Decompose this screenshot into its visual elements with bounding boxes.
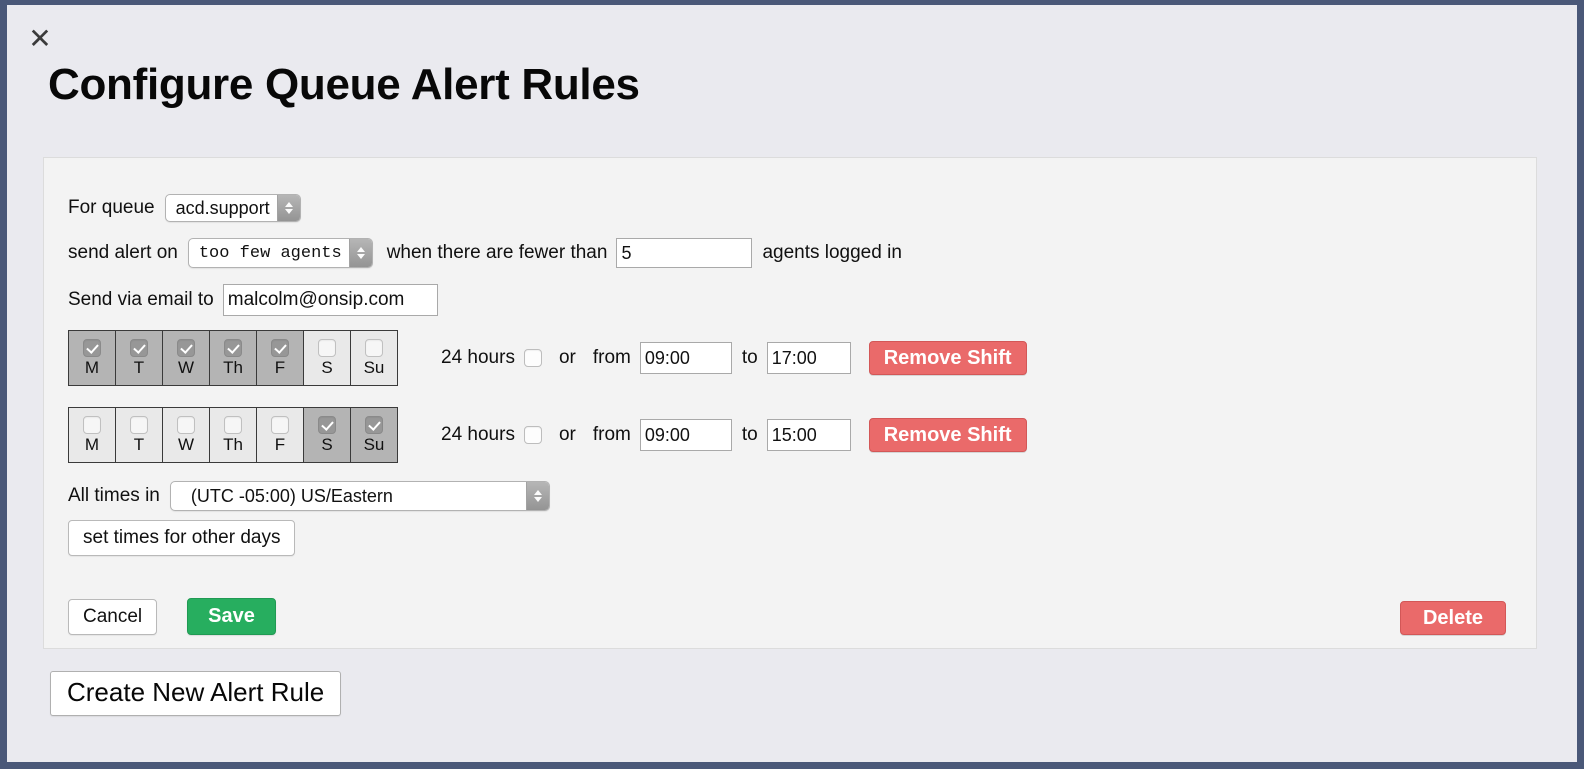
email-row: Send via email to [68, 284, 438, 316]
day-label: W [177, 435, 195, 454]
day-cell-T[interactable]: T [116, 408, 163, 462]
threshold-suffix-label: agents logged in [762, 242, 902, 263]
delete-button[interactable]: Delete [1399, 601, 1506, 635]
chevron-updown-icon [525, 482, 549, 510]
shift-to-input[interactable] [766, 342, 851, 374]
day-label: Th [223, 358, 243, 377]
day-checkbox[interactable] [177, 416, 195, 434]
alert-type-select[interactable]: too few agents [187, 238, 373, 268]
day-label: M [84, 358, 100, 377]
remove-shift-button[interactable]: Remove Shift [868, 341, 1027, 375]
to-label: to [741, 347, 758, 368]
day-checkbox[interactable] [271, 339, 289, 357]
day-cell-F[interactable]: F [257, 408, 304, 462]
day-cell-Th[interactable]: Th [210, 331, 257, 385]
close-icon[interactable]: ✕ [25, 24, 55, 54]
day-label: F [274, 435, 286, 454]
day-cell-M[interactable]: M [69, 408, 116, 462]
day-label: S [321, 435, 333, 454]
day-checkbox[interactable] [83, 339, 101, 357]
all-day-checkbox[interactable] [523, 426, 542, 444]
day-checkbox[interactable] [318, 339, 336, 357]
day-checkbox[interactable] [318, 416, 336, 434]
day-label: W [177, 358, 195, 377]
day-checkbox[interactable] [224, 416, 242, 434]
set-times-row: set times for other days [68, 520, 296, 556]
day-checkbox[interactable] [271, 416, 289, 434]
day-cell-W[interactable]: W [163, 408, 210, 462]
email-label: Send via email to [68, 289, 214, 310]
queue-label: For queue [68, 197, 155, 218]
day-cell-Th[interactable]: Th [210, 408, 257, 462]
email-input[interactable] [222, 284, 438, 316]
day-cell-F[interactable]: F [257, 331, 304, 385]
or-label: or [558, 347, 576, 368]
day-checkbox[interactable] [177, 339, 195, 357]
shift-to-input[interactable] [766, 419, 851, 451]
timezone-select[interactable]: (UTC -05:00) US/Eastern [169, 481, 550, 511]
day-checkbox[interactable] [224, 339, 242, 357]
day-selector: M T W Th F S Su [68, 407, 398, 463]
shift-row: M T W Th F S Su 24 hours or from 09:00 t… [68, 330, 1027, 386]
shift-from-input[interactable] [639, 419, 732, 451]
day-cell-W[interactable]: W [163, 331, 210, 385]
set-times-other-days-button[interactable]: set times for other days [68, 520, 296, 556]
all-day-label: 24 hours [441, 424, 515, 445]
chevron-updown-icon [276, 195, 300, 221]
alert-condition-row: send alert on too few agents when there … [68, 238, 902, 268]
queue-select-value: acd.support [175, 197, 270, 218]
to-label: to [741, 424, 758, 445]
day-checkbox[interactable] [130, 339, 148, 357]
day-label: Su [363, 435, 385, 454]
alert-on-label: send alert on [68, 242, 178, 263]
delete-action: Delete [1399, 601, 1506, 635]
or-label: or [558, 424, 576, 445]
page-title: Configure Queue Alert Rules [48, 60, 640, 109]
day-label: S [321, 358, 333, 377]
day-label: Su [363, 358, 385, 377]
from-label: from [592, 347, 631, 368]
day-selector: M T W Th F S Su [68, 330, 398, 386]
alert-rule-card: For queue acd.support send alert on too … [43, 157, 1537, 649]
save-button[interactable]: Save [187, 598, 276, 635]
form-actions: Cancel Save [68, 598, 276, 635]
remove-shift-button[interactable]: Remove Shift [868, 418, 1027, 452]
day-cell-S[interactable]: S [304, 331, 351, 385]
from-label: from [592, 424, 631, 445]
queue-select[interactable]: acd.support [164, 194, 301, 222]
app-window: ✕ Configure Queue Alert Rules For queue … [0, 0, 1584, 769]
day-checkbox[interactable] [83, 416, 101, 434]
day-label: T [133, 358, 145, 377]
day-label: F [274, 358, 286, 377]
day-cell-M[interactable]: M [69, 331, 116, 385]
day-cell-Su[interactable]: Su [351, 408, 397, 462]
alert-type-select-value: too few agents [198, 243, 342, 263]
day-cell-S[interactable]: S [304, 408, 351, 462]
timezone-label: All times in [68, 485, 160, 506]
timezone-row: All times in (UTC -05:00) US/Eastern [68, 481, 550, 511]
all-day-checkbox[interactable] [523, 349, 542, 367]
cancel-button[interactable]: Cancel [68, 598, 158, 635]
day-checkbox[interactable] [130, 416, 148, 434]
shift-from-input[interactable] [639, 342, 732, 374]
threshold-input[interactable] [616, 238, 753, 268]
window-content: ✕ Configure Queue Alert Rules For queue … [7, 5, 1577, 762]
day-label: Th [223, 435, 243, 454]
threshold-prefix-label: when there are fewer than [386, 242, 608, 263]
chevron-updown-icon [348, 239, 372, 267]
day-checkbox[interactable] [365, 416, 383, 434]
create-new-alert-rule-button[interactable]: Create New Alert Rule [50, 671, 342, 716]
day-label: T [133, 435, 145, 454]
all-day-label: 24 hours [441, 347, 515, 368]
shift-row: M T W Th F S Su 24 hours or from 09:00 t… [68, 407, 1027, 463]
day-cell-T[interactable]: T [116, 331, 163, 385]
day-cell-Su[interactable]: Su [351, 331, 397, 385]
day-label: M [84, 435, 100, 454]
queue-row: For queue acd.support [68, 194, 301, 222]
timezone-select-value: (UTC -05:00) US/Eastern [190, 485, 393, 506]
day-checkbox[interactable] [365, 339, 383, 357]
